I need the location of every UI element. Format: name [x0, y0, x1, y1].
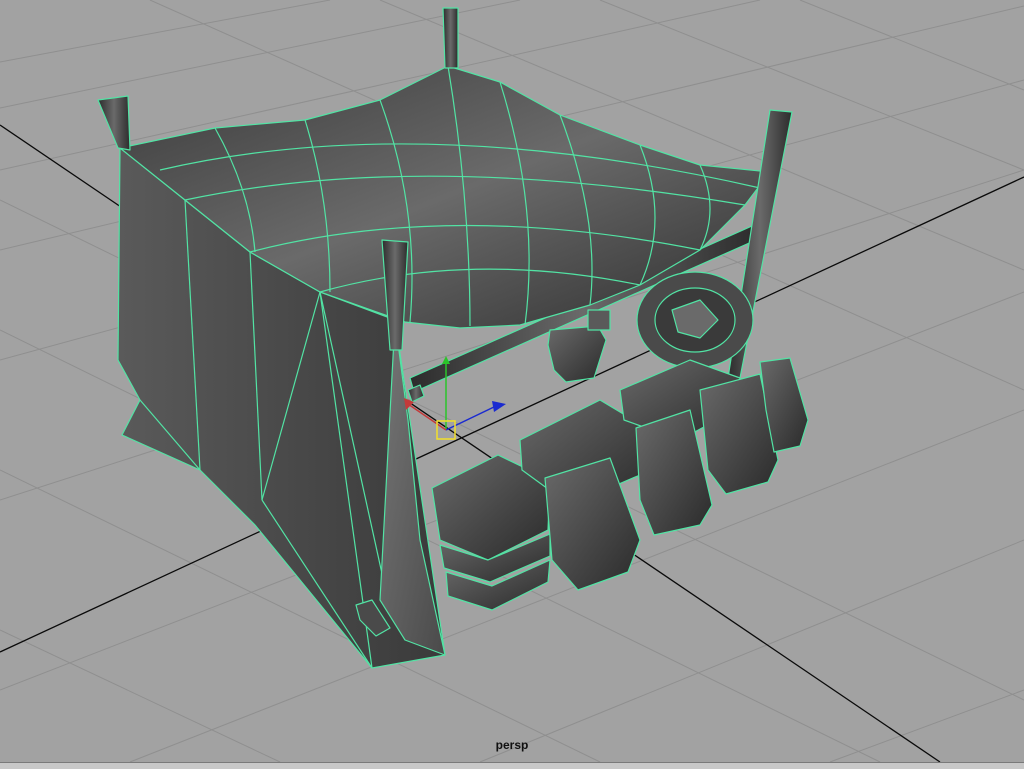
crate-stack[interactable]	[431, 357, 809, 611]
z-axis-handle[interactable]	[407, 403, 447, 431]
x-axis-handle[interactable]	[445, 405, 497, 431]
x-arrow-icon[interactable]	[492, 401, 506, 412]
perspective-viewport[interactable]: persp	[0, 0, 1024, 762]
viewport-canvas[interactable]	[0, 0, 1024, 762]
lantern-hook	[587, 309, 611, 331]
cart-wheel	[636, 271, 754, 369]
hanging-lantern	[547, 325, 607, 383]
